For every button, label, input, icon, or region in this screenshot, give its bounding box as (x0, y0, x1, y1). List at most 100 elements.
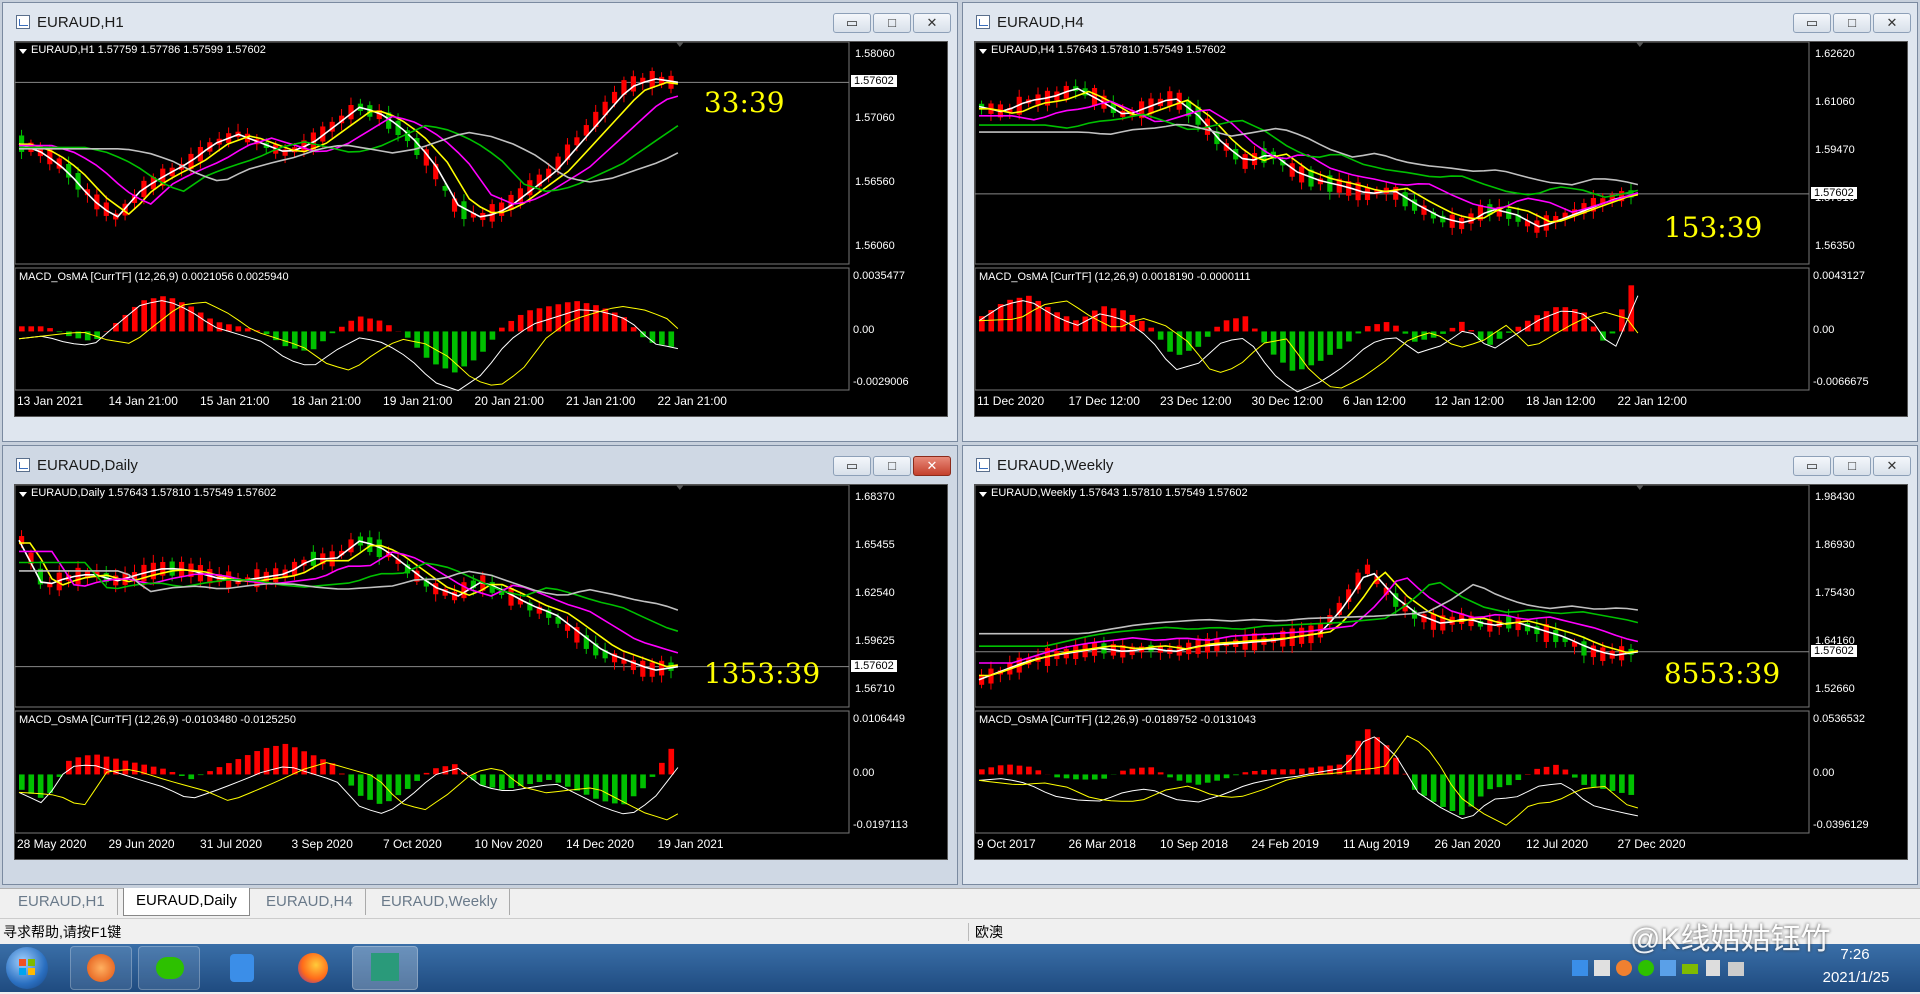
macd-bar (358, 774, 364, 795)
macd-bar (1290, 331, 1296, 370)
macd-bar (1610, 331, 1616, 333)
macd-bar (235, 759, 241, 774)
maximize-button[interactable]: □ (873, 456, 911, 476)
chart-window-3[interactable]: EURAUD,Daily▭□✕EURAUD,Daily 1.57643 1.57… (2, 445, 958, 885)
macd-bar (433, 331, 439, 364)
macd-bar (1581, 774, 1587, 784)
price-axis-tick: 1.59470 (1815, 144, 1855, 156)
macd-bar (508, 321, 514, 331)
taskbar-app-mt4[interactable] (70, 946, 132, 990)
macd-bar (1111, 308, 1117, 331)
chart-menu-arrow-icon[interactable] (19, 492, 27, 497)
macd-bar (292, 331, 298, 348)
chart-menu-arrow-icon[interactable] (979, 492, 987, 497)
chart-menu-arrow-icon[interactable] (979, 49, 987, 54)
minimize-button[interactable]: ▭ (1793, 13, 1831, 33)
window-titlebar[interactable]: EURAUD,H1▭□✕ (3, 3, 957, 41)
price-axis-tick: 1.61060 (1815, 96, 1855, 108)
chart-window-2[interactable]: EURAUD,H4▭□✕EURAUD,H4 1.57643 1.57810 1.… (962, 2, 1918, 442)
macd-bar (1459, 322, 1465, 332)
minimize-button[interactable]: ▭ (833, 456, 871, 476)
maximize-button[interactable]: □ (1833, 13, 1871, 33)
tab-euraud-weekly[interactable]: EURAUD,Weekly (369, 889, 510, 915)
macd-axis-tick: 0.00 (853, 324, 874, 336)
macd-bar (1318, 767, 1324, 775)
macd-bar (537, 774, 543, 782)
macd-bar (1092, 310, 1098, 331)
time-axis-label: 11 Aug 2019 (1343, 837, 1410, 851)
time-axis-label: 10 Nov 2020 (475, 837, 543, 851)
macd-bar (348, 321, 354, 332)
system-tray-icons[interactable] (1572, 958, 1752, 978)
macd-bar (1299, 769, 1305, 775)
macd-bar (1243, 772, 1249, 774)
minimize-button[interactable]: ▭ (833, 13, 871, 33)
taskbar-app-qr[interactable] (352, 946, 418, 990)
macd-bar (1610, 774, 1616, 790)
time-axis-label: 9 Oct 2017 (977, 837, 1036, 851)
macd-bar (1450, 774, 1456, 811)
macd-bar (574, 774, 580, 790)
macd-bar (94, 331, 100, 339)
taskbar-date[interactable]: 2021/1/25 (1806, 969, 1906, 986)
macd-bar (377, 321, 383, 332)
macd-bar (1299, 331, 1305, 369)
time-axis-label: 15 Jan 21:00 (200, 394, 269, 408)
macd-bar (1261, 770, 1267, 774)
macd-bar (28, 774, 34, 793)
chart-window-4[interactable]: EURAUD,Weekly▭□✕EURAUD,Weekly 1.57643 1.… (962, 445, 1918, 885)
tab-euraud-daily[interactable]: EURAUD,Daily (123, 888, 250, 916)
close-button[interactable]: ✕ (1873, 13, 1911, 33)
price-axis-tick: 1.86930 (1815, 539, 1855, 551)
macd-bar (1035, 770, 1041, 774)
macd-bar (1233, 318, 1239, 331)
macd-bar (348, 774, 354, 785)
maximize-button[interactable]: □ (1833, 456, 1871, 476)
chart-menu-arrow-icon[interactable] (19, 49, 27, 54)
macd-axis-tick: 0.00 (853, 767, 874, 779)
close-button[interactable]: ✕ (913, 456, 951, 476)
macd-bar (480, 774, 486, 785)
macd-axis-tick: 0.00 (1813, 324, 1834, 336)
taskbar-app-note[interactable] (212, 946, 274, 990)
window-titlebar[interactable]: EURAUD,H4▭□✕ (963, 3, 1917, 41)
bar-timer: 8553:39 (1664, 657, 1780, 690)
window-titlebar[interactable]: EURAUD,Daily▭□✕ (3, 446, 957, 484)
macd-bar (207, 771, 213, 774)
taskbar-app-firefox[interactable] (282, 946, 344, 990)
macd-bar (1431, 774, 1437, 801)
macd-bar (1195, 331, 1201, 346)
start-button[interactable] (6, 947, 48, 989)
macd-bar (1233, 774, 1239, 775)
chart-shift-marker (1636, 42, 1644, 47)
chart-window-1[interactable]: EURAUD,H1▭□✕EURAUD,H1 1.57759 1.57786 1.… (2, 2, 958, 442)
macd-bar (1054, 774, 1060, 777)
macd-bar (217, 322, 223, 331)
price-chart[interactable]: EURAUD,H1 1.57759 1.57786 1.57599 1.5760… (14, 41, 948, 417)
price-chart[interactable]: EURAUD,Weekly 1.57643 1.57810 1.57549 1.… (974, 484, 1908, 860)
status-divider (968, 923, 969, 941)
time-axis-label: 11 Dec 2020 (977, 394, 1044, 408)
macd-bar (499, 328, 505, 332)
close-button[interactable]: ✕ (1873, 456, 1911, 476)
macd-bar (1158, 772, 1164, 774)
price-chart[interactable]: EURAUD,H4 1.57643 1.57810 1.57549 1.5760… (974, 41, 1908, 417)
macd-bar (235, 326, 241, 331)
macd-bar (1026, 767, 1032, 775)
taskbar-app-wechat[interactable] (138, 946, 200, 990)
macd-bar (518, 774, 524, 786)
macd-bar (245, 328, 251, 331)
macd-bar (612, 774, 618, 803)
tab-euraud-h1[interactable]: EURAUD,H1 (6, 889, 118, 915)
minimize-button[interactable]: ▭ (1793, 456, 1831, 476)
macd-bar (490, 331, 496, 339)
window-titlebar[interactable]: EURAUD,Weekly▭□✕ (963, 446, 1917, 484)
macd-bar (132, 307, 138, 332)
macd-bar (518, 315, 524, 331)
macd-bar (339, 327, 345, 332)
maximize-button[interactable]: □ (873, 13, 911, 33)
price-chart[interactable]: EURAUD,Daily 1.57643 1.57810 1.57549 1.5… (14, 484, 948, 860)
tab-euraud-h4[interactable]: EURAUD,H4 (254, 889, 366, 915)
macd-bar (283, 331, 289, 346)
close-button[interactable]: ✕ (913, 13, 951, 33)
